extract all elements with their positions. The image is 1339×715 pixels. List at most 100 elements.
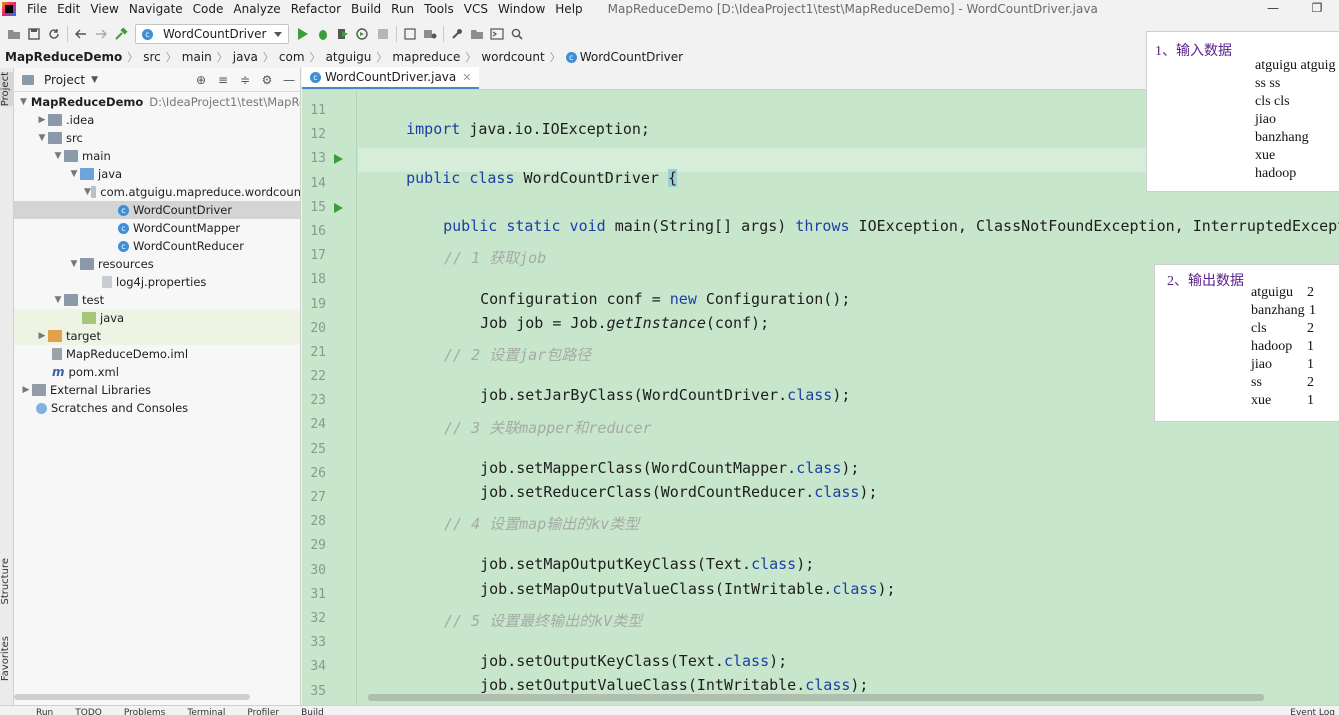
- breadcrumb-item[interactable]: wordcount: [481, 50, 544, 64]
- sync-icon[interactable]: [44, 24, 64, 44]
- tree-item-label: com.atguigu.mapreduce.wordcoun: [100, 185, 301, 199]
- chevron-down-icon[interactable]: ▼: [84, 187, 91, 197]
- tree-item-scratches[interactable]: Scratches and Consoles: [14, 399, 300, 417]
- forward-arrow-icon[interactable]: [91, 24, 111, 44]
- expand-all-icon[interactable]: ≡: [212, 73, 234, 87]
- chevron-down-icon[interactable]: ▼: [91, 75, 98, 85]
- tree-item-test[interactable]: ▼ test: [14, 291, 300, 309]
- breadcrumb-item[interactable]: main: [182, 50, 212, 64]
- tree-item-log4j[interactable]: log4j.properties: [14, 273, 300, 291]
- project-view-selector[interactable]: Project: [44, 73, 85, 87]
- tree-item-pom[interactable]: m pom.xml: [14, 363, 300, 381]
- stop-icon[interactable]: [373, 24, 393, 44]
- menu-run[interactable]: Run: [386, 0, 419, 18]
- menu-vcs[interactable]: VCS: [459, 0, 493, 18]
- debug-icon[interactable]: [313, 24, 333, 44]
- chevron-down-icon[interactable]: ▼: [52, 295, 64, 305]
- breadcrumb-item[interactable]: WordCountDriver: [580, 50, 683, 64]
- open-folder-icon[interactable]: [4, 24, 24, 44]
- breadcrumb-item[interactable]: com: [279, 50, 305, 64]
- line-number: 31: [310, 587, 326, 602]
- back-arrow-icon[interactable]: [71, 24, 91, 44]
- settings-wrench-icon[interactable]: [447, 24, 467, 44]
- tree-item-src[interactable]: ▼ src: [14, 129, 300, 147]
- input-data-line: hadoop: [1255, 166, 1297, 181]
- tree-item-wordcountmapper[interactable]: c WordCountMapper: [14, 219, 300, 237]
- run-with-coverage-icon[interactable]: [333, 24, 353, 44]
- structure-tool-tab[interactable]: Structure: [0, 558, 14, 605]
- todo-tool-tab[interactable]: TODO: [75, 706, 102, 715]
- breadcrumb-item[interactable]: MapReduceDemo: [5, 50, 122, 64]
- chevron-down-icon[interactable]: ▼: [68, 259, 80, 269]
- project-scrollbar[interactable]: [14, 694, 250, 700]
- chevron-right-icon[interactable]: ▶: [36, 331, 48, 341]
- hide-icon[interactable]: —: [278, 73, 300, 87]
- run-gutter-icon[interactable]: [334, 154, 343, 164]
- search-icon[interactable]: [507, 24, 527, 44]
- favorites-tool-tab[interactable]: Favorites: [0, 636, 14, 681]
- terminal-tool-tab[interactable]: Terminal: [187, 706, 225, 715]
- run-config-dropdown[interactable]: c WordCountDriver: [135, 24, 290, 44]
- menu-analyze[interactable]: Analyze: [228, 0, 285, 18]
- tree-item-package[interactable]: ▼ com.atguigu.mapreduce.wordcoun: [14, 183, 301, 201]
- tree-item-java-test[interactable]: java: [14, 309, 300, 327]
- menu-tools[interactable]: Tools: [419, 0, 459, 18]
- profile-icon[interactable]: [353, 24, 373, 44]
- menu-view[interactable]: View: [85, 0, 123, 18]
- run-icon[interactable]: [293, 24, 313, 44]
- terminal-icon[interactable]: [487, 24, 507, 44]
- build-hammer-icon[interactable]: [111, 24, 131, 44]
- breadcrumb-item[interactable]: mapreduce: [392, 50, 460, 64]
- menu-build[interactable]: Build: [346, 0, 386, 18]
- menu-window[interactable]: Window: [493, 0, 550, 18]
- sdk-icon[interactable]: [420, 24, 440, 44]
- collapse-all-icon[interactable]: ≑: [234, 73, 256, 87]
- chevron-right-icon[interactable]: ▶: [36, 115, 48, 125]
- tree-item-external-libraries[interactable]: ▶ External Libraries: [14, 381, 300, 399]
- line-number: 34: [310, 659, 326, 674]
- tree-item-target[interactable]: ▶ target: [14, 327, 300, 345]
- breadcrumb-item[interactable]: atguigu: [326, 50, 372, 64]
- tree-item-java-main[interactable]: ▼ java: [14, 165, 300, 183]
- breadcrumb-item[interactable]: java: [233, 50, 258, 64]
- code-text: WordCountDriver: [514, 169, 669, 187]
- gear-icon[interactable]: ⚙: [256, 73, 278, 87]
- tree-item-idea[interactable]: ▶ .idea: [14, 111, 300, 129]
- menu-refactor[interactable]: Refactor: [286, 0, 346, 18]
- chevron-down-icon[interactable]: ▼: [36, 133, 48, 143]
- chevron-down-icon[interactable]: ▼: [68, 169, 80, 179]
- tree-item-project-root[interactable]: ▼ MapReduceDemo D:\IdeaProject1\test\Map…: [14, 93, 300, 111]
- chevron-down-icon[interactable]: ▼: [20, 97, 27, 107]
- chevron-down-icon[interactable]: ▼: [52, 151, 64, 161]
- menu-code[interactable]: Code: [188, 0, 229, 18]
- save-all-icon[interactable]: [24, 24, 44, 44]
- menu-help[interactable]: Help: [550, 0, 587, 18]
- project-tool-tab[interactable]: Project: [0, 72, 14, 107]
- locate-icon[interactable]: ⊕: [190, 73, 212, 87]
- build-tool-tab[interactable]: Build: [301, 706, 324, 715]
- event-log-tool-tab[interactable]: Event Log: [1290, 706, 1335, 715]
- toolbar-separator: [443, 26, 445, 42]
- tab-wordcountdriver[interactable]: c WordCountDriver.java ✕: [302, 67, 480, 89]
- menu-edit[interactable]: Edit: [52, 0, 85, 18]
- menu-navigate[interactable]: Navigate: [124, 0, 188, 18]
- profiler-tool-tab[interactable]: Profiler: [247, 706, 279, 715]
- tree-item-iml[interactable]: MapReduceDemo.iml: [14, 345, 300, 363]
- module-settings-icon[interactable]: [467, 24, 487, 44]
- breadcrumb-item[interactable]: src: [143, 50, 161, 64]
- maximize-button[interactable]: ❐: [1295, 0, 1339, 18]
- chevron-right-icon[interactable]: ▶: [20, 385, 32, 395]
- tree-item-resources[interactable]: ▼ resources: [14, 255, 300, 273]
- menu-file[interactable]: File: [22, 0, 52, 18]
- problems-tool-tab[interactable]: Problems: [124, 706, 165, 715]
- editor-horizontal-scrollbar[interactable]: [368, 694, 1264, 701]
- test-folder-icon: [82, 312, 96, 324]
- tree-item-wordcountdriver[interactable]: c WordCountDriver: [14, 201, 300, 219]
- close-icon[interactable]: ✕: [462, 71, 471, 84]
- run-tool-tab[interactable]: Run: [36, 706, 53, 715]
- run-gutter-icon[interactable]: [334, 203, 343, 213]
- minimize-button[interactable]: —: [1251, 0, 1295, 18]
- tree-item-wordcountreducer[interactable]: c WordCountReducer: [14, 237, 300, 255]
- project-structure-icon[interactable]: [400, 24, 420, 44]
- tree-item-main[interactable]: ▼ main: [14, 147, 300, 165]
